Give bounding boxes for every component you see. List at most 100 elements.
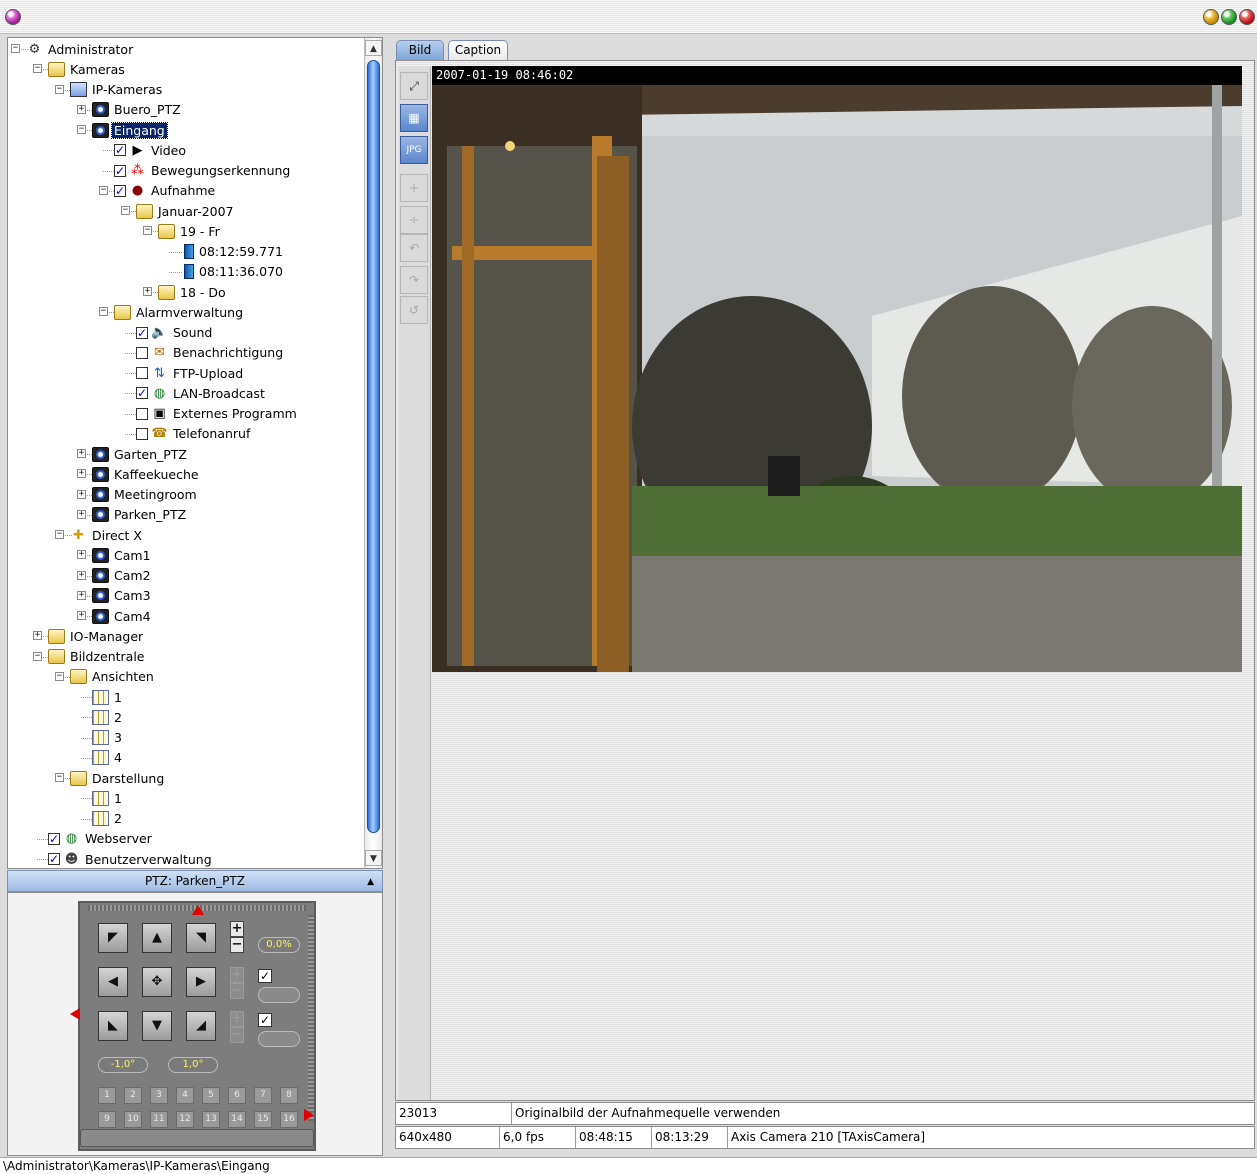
tree-item[interactable]: ✓ ⁂ Bewegungserkennung <box>114 161 292 181</box>
expand-toggle-icon[interactable]: + <box>77 611 86 620</box>
camera-image[interactable]: 2007-01-19 08:46:02 <box>432 66 1242 672</box>
tree-item[interactable]: Buero_PTZ <box>92 100 183 120</box>
tab-bild[interactable]: Bild <box>396 40 444 61</box>
collapse-toggle-icon[interactable]: − <box>99 185 108 195</box>
move-up-left-button[interactable]: ◤ <box>98 923 128 953</box>
collapse-toggle-icon[interactable]: − <box>55 530 64 539</box>
tree-item-checkbox[interactable]: ✓ <box>48 853 60 865</box>
expand-toggle-icon[interactable]: + <box>77 104 86 114</box>
tree-item[interactable]: Garten_PTZ <box>92 444 189 464</box>
navigation-tree[interactable]: − ⚙ Administrator − Kameras − IP-Kameras + Buero… <box>8 38 366 868</box>
tab-caption[interactable]: Caption <box>448 40 508 61</box>
move-up-button[interactable]: ▲ <box>142 923 172 953</box>
tree-item[interactable]: 2 <box>92 707 124 727</box>
rotate-left-button[interactable]: ↶ <box>400 234 428 262</box>
preset-button[interactable]: 8 <box>280 1087 298 1104</box>
expand-toggle-icon[interactable]: + <box>77 550 86 560</box>
collapse-toggle-icon[interactable]: − <box>55 84 64 94</box>
tree-item[interactable]: 2 <box>92 809 124 829</box>
iris-plus-button[interactable]: + <box>230 1011 244 1027</box>
tree-item[interactable]: ✓ ☻ Benutzerverwaltung <box>48 849 214 868</box>
zoom-in-tool-button[interactable]: + <box>400 174 428 202</box>
tree-item[interactable]: Kameras <box>48 59 127 79</box>
jpeg-button[interactable]: JPG <box>400 136 428 164</box>
preset-button[interactable]: 2 <box>124 1087 142 1104</box>
scroll-up-icon[interactable]: ▲ <box>365 40 382 56</box>
tree-item[interactable]: Eingang <box>92 120 168 140</box>
expand-toggle-icon[interactable]: + <box>143 287 152 296</box>
expand-toggle-icon[interactable]: + <box>77 469 86 479</box>
tree-item[interactable]: ⇅ FTP-Upload <box>136 363 245 383</box>
iris-auto-checkbox[interactable]: ✓ <box>258 1013 272 1027</box>
tree-item[interactable]: 1 <box>92 788 124 808</box>
move-down-right-button[interactable]: ◢ <box>186 1011 216 1041</box>
tree-item-checkbox[interactable] <box>136 367 148 379</box>
tree-item[interactable]: ✉ Benachrichtigung <box>136 343 285 363</box>
preset-button[interactable]: 15 <box>254 1111 272 1128</box>
preset-button[interactable]: 14 <box>228 1111 246 1128</box>
expand-toggle-icon[interactable]: + <box>77 590 86 600</box>
preset-button[interactable]: 7 <box>254 1087 272 1104</box>
preset-button[interactable]: 6 <box>228 1087 246 1104</box>
tree-item-checkbox[interactable]: ✓ <box>114 164 126 177</box>
preset-button[interactable]: 3 <box>150 1087 168 1104</box>
tree-item-checkbox[interactable]: ✓ <box>114 144 126 157</box>
tree-item[interactable]: Januar-2007 <box>136 201 236 221</box>
tree-item[interactable]: ⚙ Administrator <box>26 39 135 59</box>
center-button[interactable]: ✥ <box>142 967 172 997</box>
focus-plus-button[interactable]: + <box>230 967 244 983</box>
tree-item-checkbox[interactable]: ✓ <box>136 326 148 339</box>
tree-item[interactable]: Cam4 <box>92 606 153 626</box>
tree-item-checkbox[interactable] <box>136 427 148 440</box>
preset-button[interactable]: 1 <box>98 1087 116 1104</box>
tree-item[interactable]: IO-Manager <box>48 626 145 646</box>
zoom-in-button[interactable]: + <box>230 921 244 937</box>
collapse-toggle-icon[interactable]: − <box>77 125 86 134</box>
close-button[interactable] <box>1239 9 1255 25</box>
reset-rotation-button[interactable]: ↺ <box>400 296 428 324</box>
move-right-button[interactable]: ▶ <box>186 967 216 997</box>
iris-minus-button[interactable]: − <box>230 1027 244 1043</box>
preset-button[interactable]: 9 <box>98 1111 116 1128</box>
tree-item[interactable]: Cam2 <box>92 566 153 586</box>
tree-item-checkbox[interactable] <box>136 407 148 420</box>
collapse-toggle-icon[interactable]: − <box>143 226 152 236</box>
tree-item[interactable]: ▣ Externes Programm <box>136 404 299 424</box>
move-down-left-button[interactable]: ◣ <box>98 1011 128 1041</box>
collapse-toggle-icon[interactable]: − <box>33 64 42 74</box>
preset-button[interactable]: 13 <box>202 1111 220 1128</box>
scroll-down-icon[interactable]: ▼ <box>365 850 382 866</box>
tree-item[interactable]: ✓ ◍ Webserver <box>48 829 154 849</box>
move-down-button[interactable]: ▼ <box>142 1011 172 1041</box>
tree-item[interactable]: IP-Kameras <box>70 80 164 100</box>
window-menu-icon[interactable] <box>5 9 21 25</box>
collapse-toggle-icon[interactable]: − <box>33 651 42 661</box>
tree-item[interactable]: ☎ Telefonanruf <box>136 424 252 444</box>
tree-item-checkbox[interactable]: ✓ <box>48 832 60 845</box>
expand-toggle-icon[interactable]: + <box>77 509 86 519</box>
tree-item[interactable]: Parken_PTZ <box>92 505 188 525</box>
tree-item[interactable]: 1 <box>92 687 124 707</box>
tree-item[interactable]: ✓ ▶ Video <box>114 140 188 160</box>
expand-toggle-icon[interactable]: + <box>77 489 86 499</box>
collapse-toggle-icon[interactable]: − <box>11 44 20 53</box>
tilt-slider[interactable] <box>308 915 314 1121</box>
expand-toggle-icon[interactable]: + <box>77 449 86 458</box>
ptz-header[interactable]: PTZ: Parken_PTZ ▲ <box>7 870 383 892</box>
tree-item[interactable]: 08:11:36.070 <box>180 262 285 282</box>
preset-button[interactable]: 10 <box>124 1111 142 1128</box>
fullscreen-button[interactable]: ⤢ <box>400 72 428 100</box>
tree-item[interactable]: 18 - Do <box>158 282 228 302</box>
tree-item[interactable]: 19 - Fr <box>158 221 222 241</box>
tree-item[interactable]: ✓ ◍ LAN-Broadcast <box>136 383 267 403</box>
tree-item[interactable]: Alarmverwaltung <box>114 302 245 322</box>
tree-item-checkbox[interactable]: ✓ <box>114 184 126 197</box>
collapse-toggle-icon[interactable]: − <box>121 206 130 215</box>
tree-item[interactable]: Cam3 <box>92 586 153 606</box>
collapse-toggle-icon[interactable]: − <box>55 773 64 782</box>
zoom-out-button[interactable]: − <box>230 937 244 953</box>
focus-auto-checkbox[interactable]: ✓ <box>258 969 272 983</box>
tree-item[interactable]: 3 <box>92 728 124 748</box>
tree-item[interactable]: ✚ Direct X <box>70 525 144 545</box>
collapse-toggle-icon[interactable]: − <box>55 671 64 681</box>
